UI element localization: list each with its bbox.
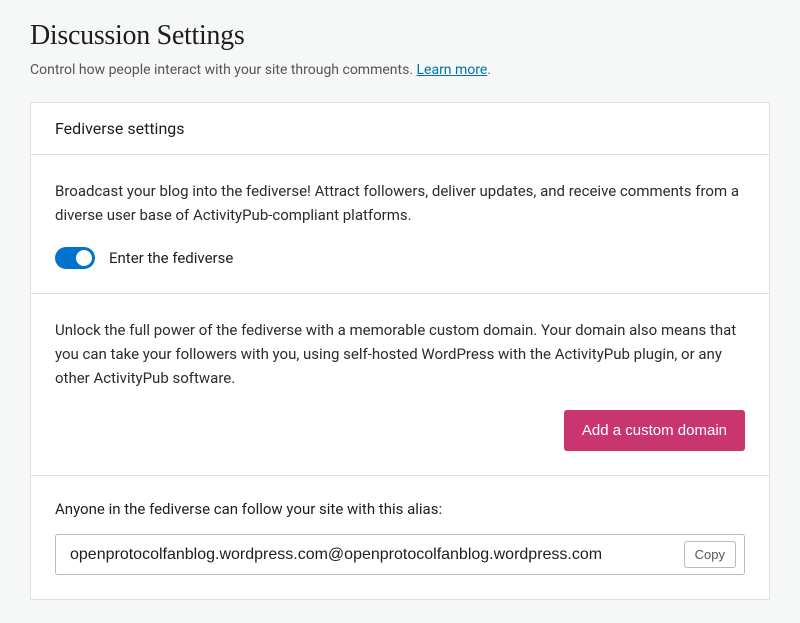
alias-input-wrap: Copy	[55, 534, 745, 575]
enter-fediverse-label: Enter the fediverse	[109, 249, 233, 267]
toggle-knob	[76, 250, 92, 266]
custom-domain-section: Unlock the full power of the fediverse w…	[31, 294, 769, 476]
enter-fediverse-toggle[interactable]	[55, 247, 95, 269]
fediverse-settings-card: Fediverse settings Broadcast your blog i…	[30, 102, 770, 600]
page-title: Discussion Settings	[30, 20, 770, 52]
alias-input[interactable]	[70, 546, 684, 564]
subtitle-text: Control how people interact with your si…	[30, 62, 416, 78]
card-header: Fediverse settings	[31, 103, 769, 155]
learn-more-link[interactable]: Learn more	[416, 62, 487, 78]
domain-button-row: Add a custom domain	[55, 410, 745, 451]
custom-domain-text: Unlock the full power of the fediverse w…	[55, 318, 745, 390]
add-custom-domain-button[interactable]: Add a custom domain	[564, 410, 745, 451]
fediverse-intro-text: Broadcast your blog into the fediverse! …	[55, 179, 745, 227]
fediverse-toggle-row: Enter the fediverse	[55, 247, 745, 269]
alias-section: Anyone in the fediverse can follow your …	[31, 476, 769, 599]
copy-button[interactable]: Copy	[684, 541, 736, 568]
fediverse-intro-section: Broadcast your blog into the fediverse! …	[31, 155, 769, 294]
alias-label: Anyone in the fediverse can follow your …	[55, 500, 745, 518]
subtitle-period: .	[487, 62, 491, 78]
page-subtitle: Control how people interact with your si…	[30, 62, 770, 78]
